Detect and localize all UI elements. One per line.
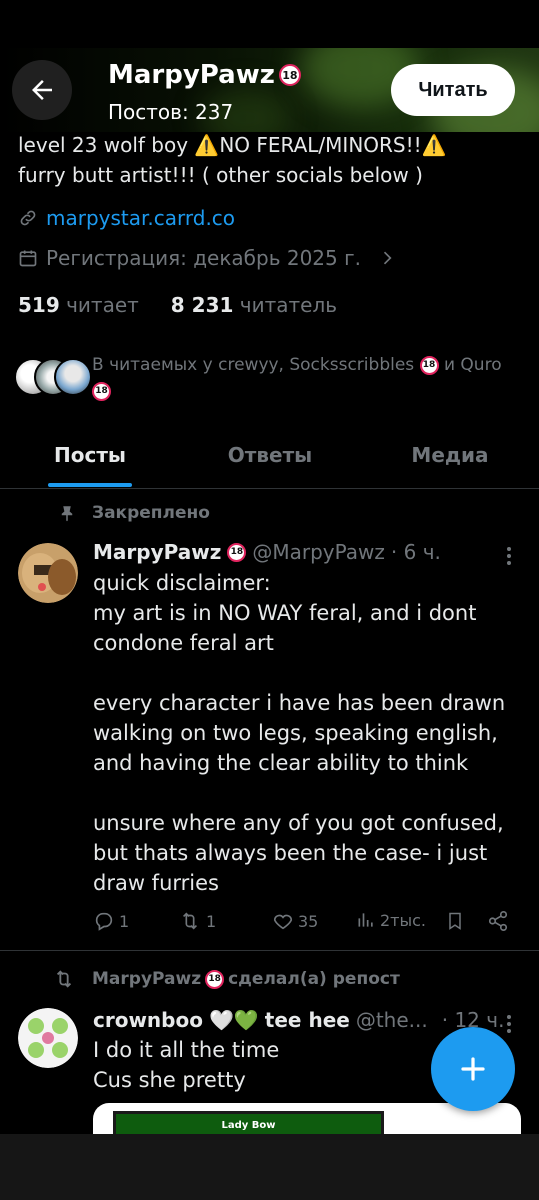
tab-replies[interactable]: Ответы — [180, 425, 360, 485]
media-caption: Lady Bow — [116, 1114, 381, 1136]
bookmark-button[interactable] — [445, 910, 465, 932]
share-button[interactable] — [487, 910, 509, 932]
compose-button[interactable] — [431, 1027, 515, 1111]
active-tab-indicator — [48, 483, 132, 487]
chevron-right-icon — [383, 251, 392, 265]
author-emoji: 🤍💚 — [208, 1008, 259, 1032]
views-icon — [358, 913, 373, 927]
tweet-line: every character i have has been drawn — [93, 691, 506, 715]
following-stat[interactable]: 519 читает — [18, 293, 139, 317]
tweet-line: and having the clear ability to think — [93, 751, 469, 775]
profile-header: MarpyPawz 18 Постов: 237 Читать — [0, 48, 539, 132]
adult-badge-icon: 18 — [227, 542, 247, 562]
join-date[interactable]: Регистрация: декабрь 2025 г. — [18, 246, 397, 270]
pinned-label: Закреплено — [58, 503, 210, 523]
tweet-line: unsure where any of you got confused, — [93, 811, 504, 835]
profile-link-text[interactable]: marpystar.carrd.co — [46, 206, 235, 230]
share-icon — [488, 911, 508, 931]
profile-bio: level 23 wolf boy ⚠️NO FERAL/MINORS!!⚠️ … — [18, 133, 447, 187]
author-name-tail[interactable]: tee hee — [265, 1008, 350, 1032]
tweet-text[interactable]: quick disclaimer: my art is in NO WAY fer… — [93, 568, 523, 898]
header-name: MarpyPawz — [108, 60, 275, 90]
views-button[interactable]: 2тыс. — [356, 910, 426, 930]
author-handle[interactable]: @MarpyPawz — [252, 540, 385, 564]
tweet-header: MarpyPawz 18 @MarpyPawz · 6 ч. — [93, 540, 441, 564]
heart-icon — [273, 914, 293, 930]
tweet-line: my art is in NO WAY feral, and i dont — [93, 601, 477, 625]
system-nav-bar — [0, 1134, 539, 1200]
more-options-icon[interactable] — [504, 547, 514, 565]
follow-stats: 519 читает 8 231 читатель — [18, 293, 337, 317]
follow-button[interactable]: Читать — [391, 64, 515, 116]
tweet-line: but thats always been the case- i just — [93, 841, 488, 865]
author-name[interactable]: MarpyPawz — [93, 540, 221, 564]
mutual-followers-text[interactable]: В читаемых у crewyy, Socksscribbles 18 и… — [92, 352, 522, 404]
divider — [0, 950, 539, 951]
tweet-time: · 6 ч. — [390, 540, 441, 564]
user-avatar-image — [18, 543, 78, 603]
avatar[interactable] — [18, 543, 78, 603]
plus-icon — [461, 1057, 485, 1081]
adult-badge-icon: 18 — [419, 355, 439, 375]
author-name[interactable]: crownboo — [93, 1008, 203, 1032]
tweet-header: crownboo 🤍💚 tee hee @the... · 12 ч. — [93, 1008, 504, 1032]
profile-link[interactable]: marpystar.carrd.co — [18, 206, 235, 230]
user-avatar-image — [18, 1008, 78, 1068]
back-button[interactable] — [12, 60, 72, 120]
link-icon — [20, 210, 36, 226]
posts-count: Постов: 237 — [108, 100, 234, 124]
arrow-left-icon — [32, 80, 52, 100]
tweet-actions: 1 1 35 2тыс. — [93, 910, 523, 938]
tweet-line: quick disclaimer: — [93, 571, 271, 595]
status-bar — [0, 0, 539, 48]
tweet-line: walking on two legs, speaking english, — [93, 721, 498, 745]
repost-icon — [182, 912, 198, 930]
pin-icon — [61, 506, 73, 522]
profile-tabs: Посты Ответы Медиа — [0, 425, 539, 489]
reply-icon — [95, 912, 113, 931]
adult-badge-icon: 18 — [92, 381, 111, 401]
tweet-line: condone feral art — [93, 631, 274, 655]
repost-button[interactable]: 1 — [178, 910, 216, 932]
join-date-text: Регистрация: декабрь 2025 г. — [46, 246, 361, 270]
adult-badge-icon: 18 — [278, 64, 301, 86]
warning-icon: ⚠️ — [194, 133, 220, 157]
author-handle[interactable]: @the... — [356, 1008, 428, 1032]
avatar[interactable] — [18, 1008, 78, 1068]
bookmark-icon — [449, 912, 461, 930]
reply-button[interactable]: 1 — [93, 910, 129, 932]
header-title: MarpyPawz 18 — [108, 60, 301, 90]
calendar-icon — [19, 250, 37, 267]
repost-context[interactable]: MarpyPawz 18 сделал(а) репост — [52, 968, 400, 990]
tweet-line: draw furries — [93, 871, 219, 895]
like-button[interactable]: 35 — [272, 910, 318, 932]
adult-badge-icon: 18 — [205, 969, 225, 989]
tab-media[interactable]: Медиа — [360, 425, 539, 485]
avatar — [54, 358, 92, 396]
warning-icon: ⚠️ — [421, 133, 447, 157]
followers-stat[interactable]: 8 231 читатель — [171, 293, 337, 317]
more-options-icon[interactable] — [504, 1015, 514, 1033]
repost-icon — [56, 970, 72, 988]
tab-posts[interactable]: Посты — [0, 425, 180, 485]
mutual-avatars[interactable] — [14, 358, 92, 398]
